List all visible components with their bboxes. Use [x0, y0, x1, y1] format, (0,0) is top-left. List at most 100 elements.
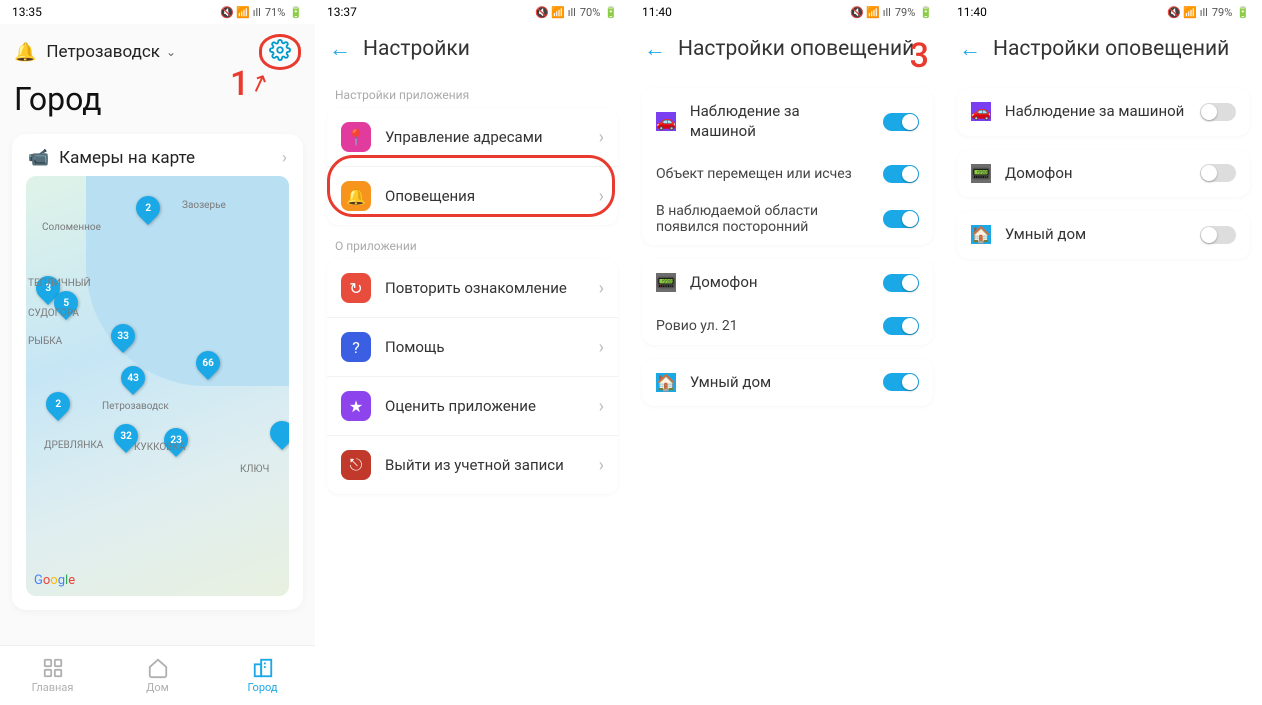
page-title: Настройки оповещений	[678, 37, 914, 61]
row-car-moved-label: Объект перемещен или исчез	[656, 166, 869, 182]
chevron-right-icon: ›	[282, 148, 287, 168]
row-intercom-label: Домофон	[690, 273, 869, 293]
chevron-down-icon: ⌄	[166, 45, 176, 59]
row-car-label: Наблюдение за машиной	[690, 102, 869, 141]
map-label: Соломенное	[42, 222, 101, 233]
refresh-icon: ↻	[341, 273, 371, 303]
google-logo: Google	[34, 573, 75, 588]
chevron-right-icon: ›	[599, 186, 604, 207]
map[interactable]: Google 23533436623223ЗаозерьеСоломенноеТ…	[26, 176, 289, 596]
row-logout[interactable]: ⎋ Выйти из учетной записи ›	[327, 436, 618, 494]
chevron-right-icon: ›	[599, 455, 604, 476]
row-smart[interactable]: 🏠 Умный дом	[642, 359, 933, 407]
toggle-car-stranger[interactable]	[883, 210, 919, 228]
nav-home-label: Главная	[32, 681, 74, 694]
toggle-intercom[interactable]	[883, 274, 919, 292]
map-label: Петрозаводск	[102, 401, 169, 412]
row-car-label: Наблюдение за машиной	[1005, 102, 1186, 122]
car-icon: 🚗	[656, 112, 676, 131]
smart-home-icon: 🏠	[971, 225, 991, 244]
cameras-link[interactable]: 📹 Камеры на карте ›	[12, 134, 303, 176]
status-right: 🔇 📶 ıll 79% 🔋	[1167, 6, 1250, 19]
row-intercom[interactable]: 📟 Домофон	[957, 150, 1250, 198]
map-pin[interactable]	[265, 416, 289, 450]
cameras-label: Камеры на карте	[59, 148, 272, 168]
intercom-icon: 📟	[656, 273, 676, 292]
chevron-right-icon: ›	[599, 396, 604, 417]
row-smart-label: Умный дом	[1005, 225, 1186, 245]
toggle-car[interactable]	[883, 113, 919, 131]
back-icon[interactable]: ←	[644, 36, 666, 62]
bell-icon[interactable]: 🔔	[14, 42, 36, 63]
map-pin[interactable]: 2	[41, 387, 75, 421]
nav-city[interactable]: Город	[210, 646, 315, 705]
row-intercom-label: Домофон	[1005, 164, 1186, 184]
page-title: Настройки оповещений	[993, 37, 1229, 61]
row-car[interactable]: 🚗 Наблюдение за машиной	[957, 88, 1250, 136]
city-picker[interactable]: Петрозаводск ⌄	[46, 42, 176, 62]
screen-notif-off: 11:40 🔇 📶 ıll 79% 🔋 ← Настройки оповещен…	[945, 0, 1262, 705]
group-smart: 🏠 Умный дом	[642, 359, 933, 407]
row-car-stranger[interactable]: В наблюдаемой области появился посторонн…	[642, 193, 933, 245]
chevron-right-icon: ›	[599, 127, 604, 148]
settings-list-app: 📍 Управление адресами › 🔔 Оповещения ›	[327, 108, 618, 225]
nav-home[interactable]: Главная	[0, 646, 105, 705]
row-addresses[interactable]: 📍 Управление адресами ›	[327, 108, 618, 167]
row-help-label: Помощь	[385, 338, 585, 356]
row-help[interactable]: ? Помощь ›	[327, 318, 618, 377]
row-intercom[interactable]: 📟 Домофон	[642, 259, 933, 307]
map-label: РЫБКА	[28, 336, 62, 347]
row-rate-label: Оценить приложение	[385, 397, 585, 415]
row-car[interactable]: 🚗 Наблюдение за машиной	[642, 88, 933, 155]
chevron-right-icon: ›	[599, 278, 604, 299]
back-icon[interactable]: ←	[329, 36, 351, 62]
status-bar: 11:40 🔇 📶 ıll 79% 🔋	[630, 0, 945, 24]
toggle-intercom-address[interactable]	[883, 317, 919, 335]
chevron-right-icon: ›	[599, 337, 604, 358]
section-about: О приложении	[315, 225, 630, 259]
row-smart[interactable]: 🏠 Умный дом	[957, 211, 1250, 259]
group-car: 🚗 Наблюдение за машиной	[957, 88, 1250, 136]
toggle-smart[interactable]	[883, 373, 919, 391]
back-icon[interactable]: ←	[959, 36, 981, 62]
status-right: 🔇 📶 ıll 79% 🔋	[850, 6, 933, 19]
intercom-icon: 📟	[971, 164, 991, 183]
row-car-moved[interactable]: Объект перемещен или исчез	[642, 155, 933, 193]
row-onboarding-label: Повторить ознакомление	[385, 279, 585, 297]
row-onboarding[interactable]: ↻ Повторить ознакомление ›	[327, 259, 618, 318]
row-smart-label: Умный дом	[690, 373, 869, 393]
page-title: Город	[0, 74, 315, 128]
row-addresses-label: Управление адресами	[385, 128, 585, 146]
cameras-card: 📹 Камеры на карте › Google 2353343662322…	[12, 134, 303, 610]
address-icon: 📍	[341, 122, 371, 152]
toggle-smart[interactable]	[1200, 226, 1236, 244]
screen-notif-on: 11:40 🔇 📶 ıll 79% 🔋 ← Настройки оповещен…	[630, 0, 945, 705]
bell-icon: 🔔	[341, 181, 371, 211]
map-label: ТЕПЛИЧНЫЙ	[28, 278, 91, 289]
nav-house[interactable]: Дом	[105, 646, 210, 705]
star-icon: ★	[341, 391, 371, 421]
map-label: Заозерье	[182, 200, 226, 211]
toggle-intercom[interactable]	[1200, 164, 1236, 182]
status-time: 11:40	[957, 5, 987, 19]
toggle-car-moved[interactable]	[883, 165, 919, 183]
map-label: КУККОВКА	[134, 442, 185, 453]
status-bar: 13:35 🔇 📶 ıll 71% 🔋	[0, 0, 315, 24]
toggle-car[interactable]	[1200, 103, 1236, 121]
gear-icon[interactable]	[269, 39, 291, 65]
nav-house-label: Дом	[146, 681, 169, 694]
car-icon: 🚗	[971, 102, 991, 121]
help-icon: ?	[341, 332, 371, 362]
group-smart: 🏠 Умный дом	[957, 211, 1250, 259]
status-bar: 11:40 🔇 📶 ıll 79% 🔋	[945, 0, 1262, 24]
row-rate[interactable]: ★ Оценить приложение ›	[327, 377, 618, 436]
group-car: 🚗 Наблюдение за машиной Объект перемещен…	[642, 88, 933, 245]
screen-city: 13:35 🔇 📶 ıll 71% 🔋 🔔 Петрозаводск ⌄ Гор…	[0, 0, 315, 705]
map-label: ДРЕВЛЯНКА	[44, 440, 103, 451]
map-label: СУДОГОРА	[28, 308, 79, 319]
row-notifications[interactable]: 🔔 Оповещения ›	[327, 167, 618, 225]
page-title: Настройки	[363, 37, 470, 61]
row-intercom-address[interactable]: Ровио ул. 21	[642, 307, 933, 345]
row-intercom-address-label: Ровио ул. 21	[656, 318, 869, 334]
status-time: 13:35	[12, 5, 42, 19]
